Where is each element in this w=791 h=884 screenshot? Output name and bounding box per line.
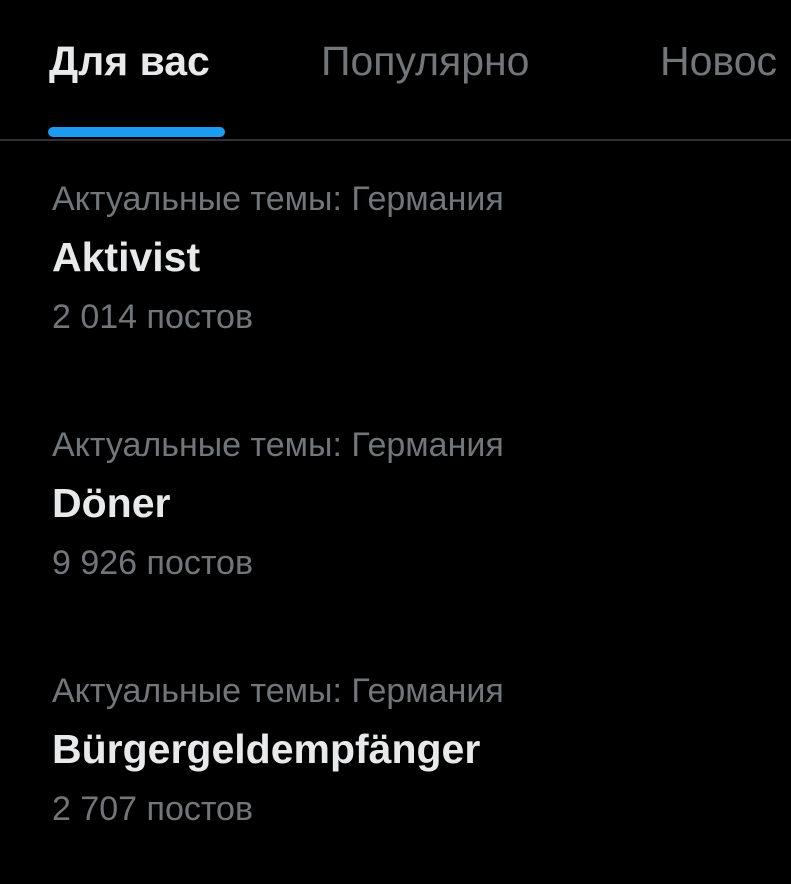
trend-item[interactable]: Актуальные темы: Германия Aktivist 2 014… <box>52 178 752 338</box>
active-tab-indicator <box>48 127 225 137</box>
trend-item[interactable]: Актуальные темы: Германия Bürgergeldempf… <box>52 670 752 830</box>
trend-title: Aktivist <box>52 234 201 280</box>
tab-bar: Для вас Популярно Новос <box>0 0 791 141</box>
trend-post-count: 2 014 постов <box>52 298 254 336</box>
trend-context: Актуальные темы: Германия <box>52 672 504 710</box>
trend-title: Döner <box>52 480 171 526</box>
trend-post-count: 2 707 постов <box>52 790 254 828</box>
tab-for-you[interactable]: Для вас <box>49 38 210 84</box>
trend-post-count: 9 926 постов <box>52 544 254 582</box>
tab-news[interactable]: Новос <box>660 38 777 84</box>
trend-title: Bürgergeldempfänger <box>52 726 481 772</box>
tab-trending[interactable]: Популярно <box>321 38 529 84</box>
trend-context: Актуальные темы: Германия <box>52 426 504 464</box>
trend-context: Актуальные темы: Германия <box>52 180 504 218</box>
trend-item[interactable]: Актуальные темы: Германия Döner 9 926 по… <box>52 424 752 584</box>
